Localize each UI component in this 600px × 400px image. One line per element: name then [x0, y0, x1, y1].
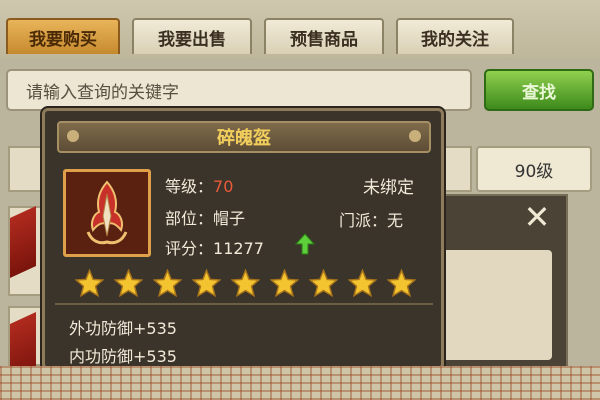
- tab-sell[interactable]: 我要出售: [132, 18, 252, 54]
- list-header-cell: [440, 146, 472, 192]
- sect-row: 门派：无: [339, 207, 403, 231]
- attribute-line: 内功防御+535: [69, 347, 177, 366]
- tab-watchlist[interactable]: 我的关注: [396, 18, 514, 54]
- up-arrow-icon: [295, 233, 315, 255]
- attribute-line: 外功防御+535: [69, 319, 177, 338]
- divider: [55, 303, 433, 305]
- search-input[interactable]: 请输入查询的关键字: [6, 69, 472, 111]
- item-name: 碎魄盔: [57, 121, 431, 153]
- level-column-header: 90级: [476, 146, 592, 192]
- tab-buy[interactable]: 我要购买: [6, 18, 120, 54]
- level-value: 70: [213, 177, 234, 196]
- star-icon: [270, 269, 299, 297]
- item-tooltip: 碎魄盔 等级：70 未绑定 部位：帽子 门派：无 评分：11277 外功防御+5…: [42, 108, 444, 370]
- star-icon: [309, 269, 338, 297]
- sect-value: 无: [387, 211, 404, 230]
- search-button[interactable]: 查找: [484, 69, 594, 111]
- star-icon: [75, 269, 104, 297]
- detail-panel-content: [440, 250, 552, 360]
- tab-bar: 我要购买 我要出售 预售商品 我的关注: [0, 0, 600, 58]
- helmet-icon: [66, 172, 148, 254]
- star-icon: [348, 269, 377, 297]
- item-slot: [63, 169, 151, 257]
- star-icon: [114, 269, 143, 297]
- slot-row: 部位：帽子: [165, 205, 245, 229]
- slot-label: 部位：: [165, 209, 214, 228]
- decorative-strip: [0, 366, 600, 400]
- score-value: 11277: [213, 239, 264, 258]
- level-row: 等级：70: [165, 173, 233, 197]
- star-icon: [231, 269, 260, 297]
- close-icon[interactable]: ✕: [520, 200, 554, 234]
- star-icon: [387, 269, 416, 297]
- list-header-cell: [8, 146, 44, 192]
- slot-value: 帽子: [213, 209, 246, 228]
- ribbon-badge: [10, 205, 36, 279]
- bind-status: 未绑定: [363, 178, 414, 198]
- star-icon: [153, 269, 182, 297]
- sect-label: 门派：: [339, 211, 388, 230]
- tab-presale[interactable]: 预售商品: [264, 18, 384, 54]
- score-row: 评分：11277: [165, 235, 264, 259]
- score-label: 评分：: [165, 239, 214, 258]
- level-label: 等级：: [165, 177, 214, 196]
- star-rating: [75, 269, 416, 297]
- star-icon: [192, 269, 221, 297]
